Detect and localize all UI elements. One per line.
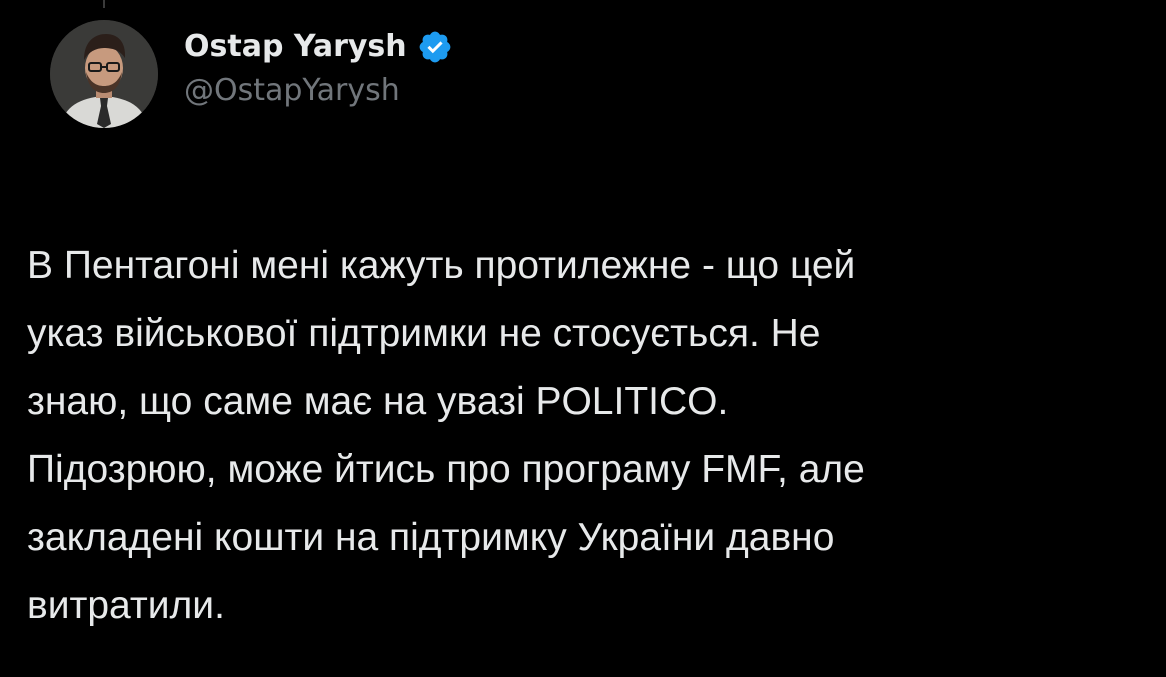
avatar-portrait — [50, 20, 158, 128]
author-display-name[interactable]: Ostap Yarysh — [184, 28, 407, 66]
tweet-text-line: В Пентагоні мені кажуть протилежне - що … — [27, 244, 856, 287]
avatar[interactable] — [50, 20, 158, 128]
author-handle[interactable]: @OstapYarysh — [184, 72, 453, 110]
tweet-text-line: знаю, що саме має на увазі POLITICO. — [27, 380, 729, 423]
thread-connector-line — [103, 0, 105, 8]
name-row: Ostap Yarysh — [184, 28, 453, 66]
author-names: Ostap Yarysh @OstapYarysh — [184, 28, 453, 110]
tweet-text-line: указ військової підтримки не стосується.… — [27, 312, 821, 355]
tweet-text-line: закладені кошти на підтримку України дав… — [27, 516, 835, 559]
tweet-header: Ostap Yarysh @OstapYarysh — [50, 20, 453, 128]
tweet-body: В Пентагоні мені кажуть протилежне - що … — [27, 232, 1152, 640]
tweet-text-line: витратили. — [27, 584, 225, 627]
verified-badge-icon[interactable] — [417, 29, 453, 65]
tweet-text-line: Підозрюю, може йтись про програму FMF, а… — [27, 448, 865, 491]
